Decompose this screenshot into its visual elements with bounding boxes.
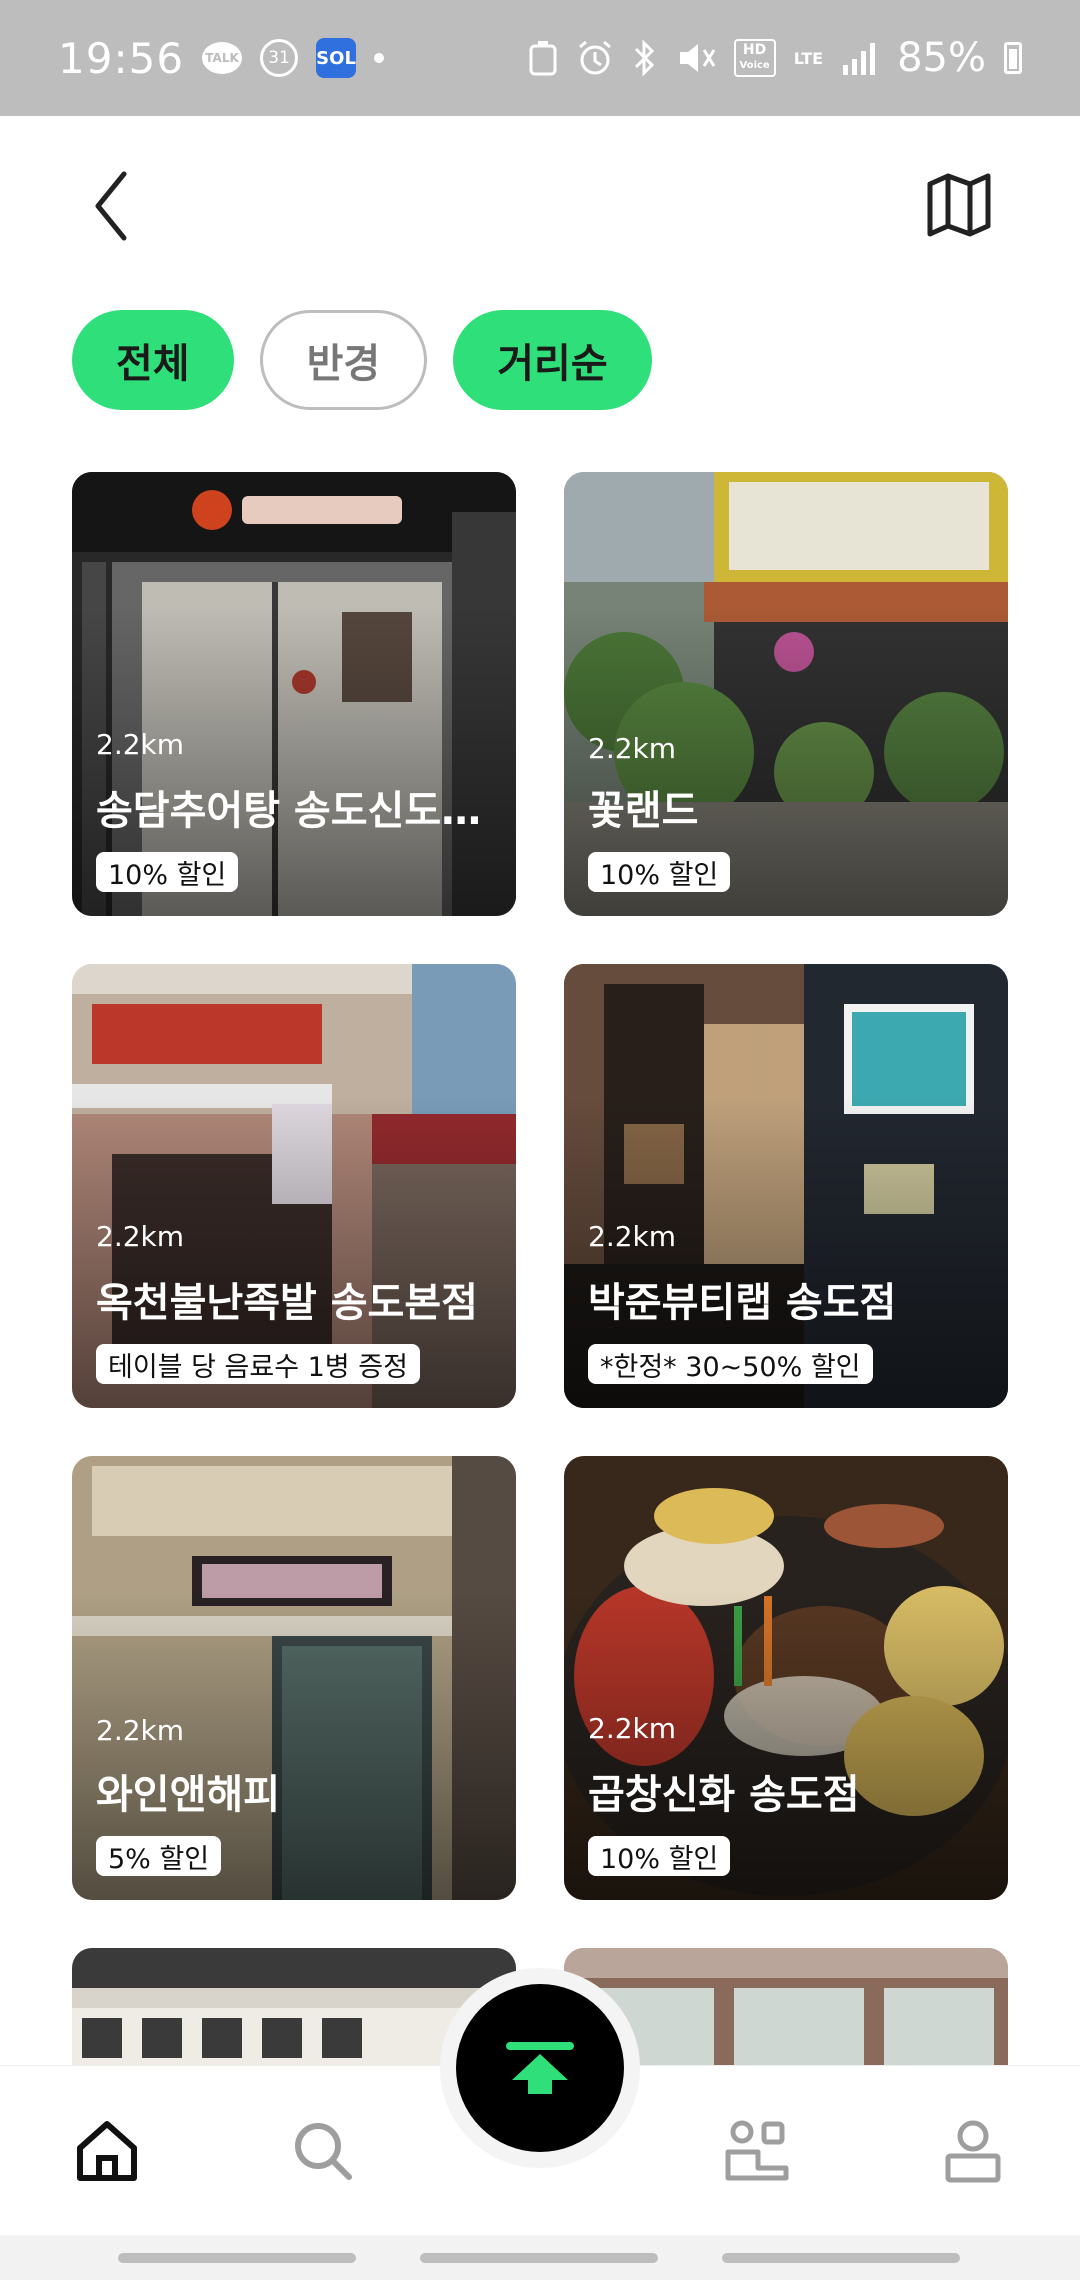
- header: [0, 116, 1080, 286]
- back-button[interactable]: [88, 166, 158, 246]
- card-shade: [564, 964, 1008, 1408]
- lte-icon: LTE: [793, 48, 824, 68]
- status-bar: 19:56 TALK 31 SOL HD Voice LTE 85%: [0, 0, 1080, 116]
- center-action-button[interactable]: [456, 1984, 624, 2152]
- status-time: 19:56: [58, 33, 185, 83]
- store-distance: 2.2km: [96, 1220, 185, 1253]
- green-arrow-up-icon: [506, 2042, 574, 2094]
- benefit-badge: 10% 할인: [588, 1836, 731, 1876]
- filter-distance-sort-chip[interactable]: 거리순: [453, 310, 652, 410]
- store-card[interactable]: 2.2km 박준뷰티랩 송도점 *한정* 30~50% 할인: [564, 964, 1008, 1408]
- search-icon: [295, 2123, 352, 2180]
- hd-label: HD: [742, 42, 767, 58]
- system-nav-recent[interactable]: [118, 2253, 356, 2263]
- system-nav-home[interactable]: [420, 2253, 658, 2263]
- filter-radius-chip[interactable]: 반경: [259, 310, 428, 410]
- nav-search[interactable]: [288, 2116, 358, 2186]
- card-shade: [72, 472, 516, 916]
- profile-icon: [945, 2120, 1001, 2183]
- nav-home[interactable]: [72, 2116, 142, 2186]
- store-card[interactable]: 2.2km 옥천불난족발 송도본점 테이블 당 음료수 1병 증정: [72, 964, 516, 1408]
- card-shade: [564, 1456, 1008, 1900]
- benefit-badge: *한정* 30~50% 할인: [588, 1344, 873, 1384]
- card-shade: [72, 1456, 516, 1900]
- voice-label: Voice: [739, 60, 770, 71]
- recycle-icon: [529, 41, 556, 76]
- chevron-left-icon: [95, 171, 127, 241]
- store-name: 옥천불난족발 송도본점: [96, 1280, 478, 1326]
- benefit-badge: 10% 할인: [96, 852, 239, 892]
- map-button[interactable]: [922, 168, 996, 242]
- store-card[interactable]: 2.2km 곱창신화 송도점 10% 할인: [564, 1456, 1008, 1900]
- alarm-icon: [578, 40, 611, 75]
- store-distance: 2.2km: [588, 1220, 677, 1253]
- store-distance: 2.2km: [96, 728, 185, 761]
- filter-chips: 전체 반경 거리순: [72, 310, 652, 410]
- store-card[interactable]: 2.2km 와인앤해피 5% 할인: [72, 1456, 516, 1900]
- card-shade: [564, 472, 1008, 916]
- battery-icon: [1004, 42, 1022, 74]
- store-card[interactable]: 2.2km 꽃랜드 10% 할인: [564, 472, 1008, 916]
- card-shade: [72, 964, 516, 1408]
- store-name: 곱창신화 송도점: [588, 1772, 860, 1818]
- store-name: 박준뷰티랩 송도점: [588, 1280, 897, 1326]
- benefit-badge: 테이블 당 음료수 1병 증정: [96, 1344, 420, 1384]
- bluetooth-icon: [634, 39, 654, 77]
- system-navigation-bar: [0, 2235, 1080, 2280]
- talk-notification-icon: TALK: [202, 42, 243, 74]
- battery-percent: 85%: [897, 35, 986, 81]
- system-nav-back[interactable]: [722, 2253, 960, 2263]
- sol-notification-icon: SOL: [316, 38, 357, 78]
- benefit-badge: 5% 할인: [96, 1836, 222, 1876]
- store-name: 와인앤해피: [96, 1772, 280, 1818]
- store-distance: 2.2km: [96, 1714, 185, 1747]
- store-name: 꽃랜드: [588, 788, 699, 834]
- signal-icon: [843, 43, 876, 75]
- store-distance: 2.2km: [588, 1712, 677, 1745]
- store-icon: [725, 2120, 789, 2181]
- more-notifications-dot: [374, 53, 385, 63]
- benefit-badge: 10% 할인: [588, 852, 731, 892]
- mute-icon: [679, 44, 715, 72]
- store-grid: 2.2km 송담추어탕 송도신도시점 10% 할인 2.2km 꽃랜드 10% …: [72, 472, 1008, 2065]
- hd-voice-icon: HD Voice: [733, 39, 776, 77]
- store-distance: 2.2km: [588, 732, 677, 765]
- map-icon: [927, 173, 991, 237]
- nav-profile[interactable]: [938, 2116, 1008, 2186]
- store-name: 송담추어탕 송도신도시점: [96, 788, 492, 834]
- nav-store[interactable]: [722, 2116, 792, 2186]
- home-icon: [77, 2121, 137, 2181]
- store-card[interactable]: 2.2km 송담추어탕 송도신도시점 10% 할인: [72, 472, 516, 916]
- filter-all-chip[interactable]: 전체: [72, 310, 234, 410]
- calendar-notification-icon: 31: [260, 39, 299, 77]
